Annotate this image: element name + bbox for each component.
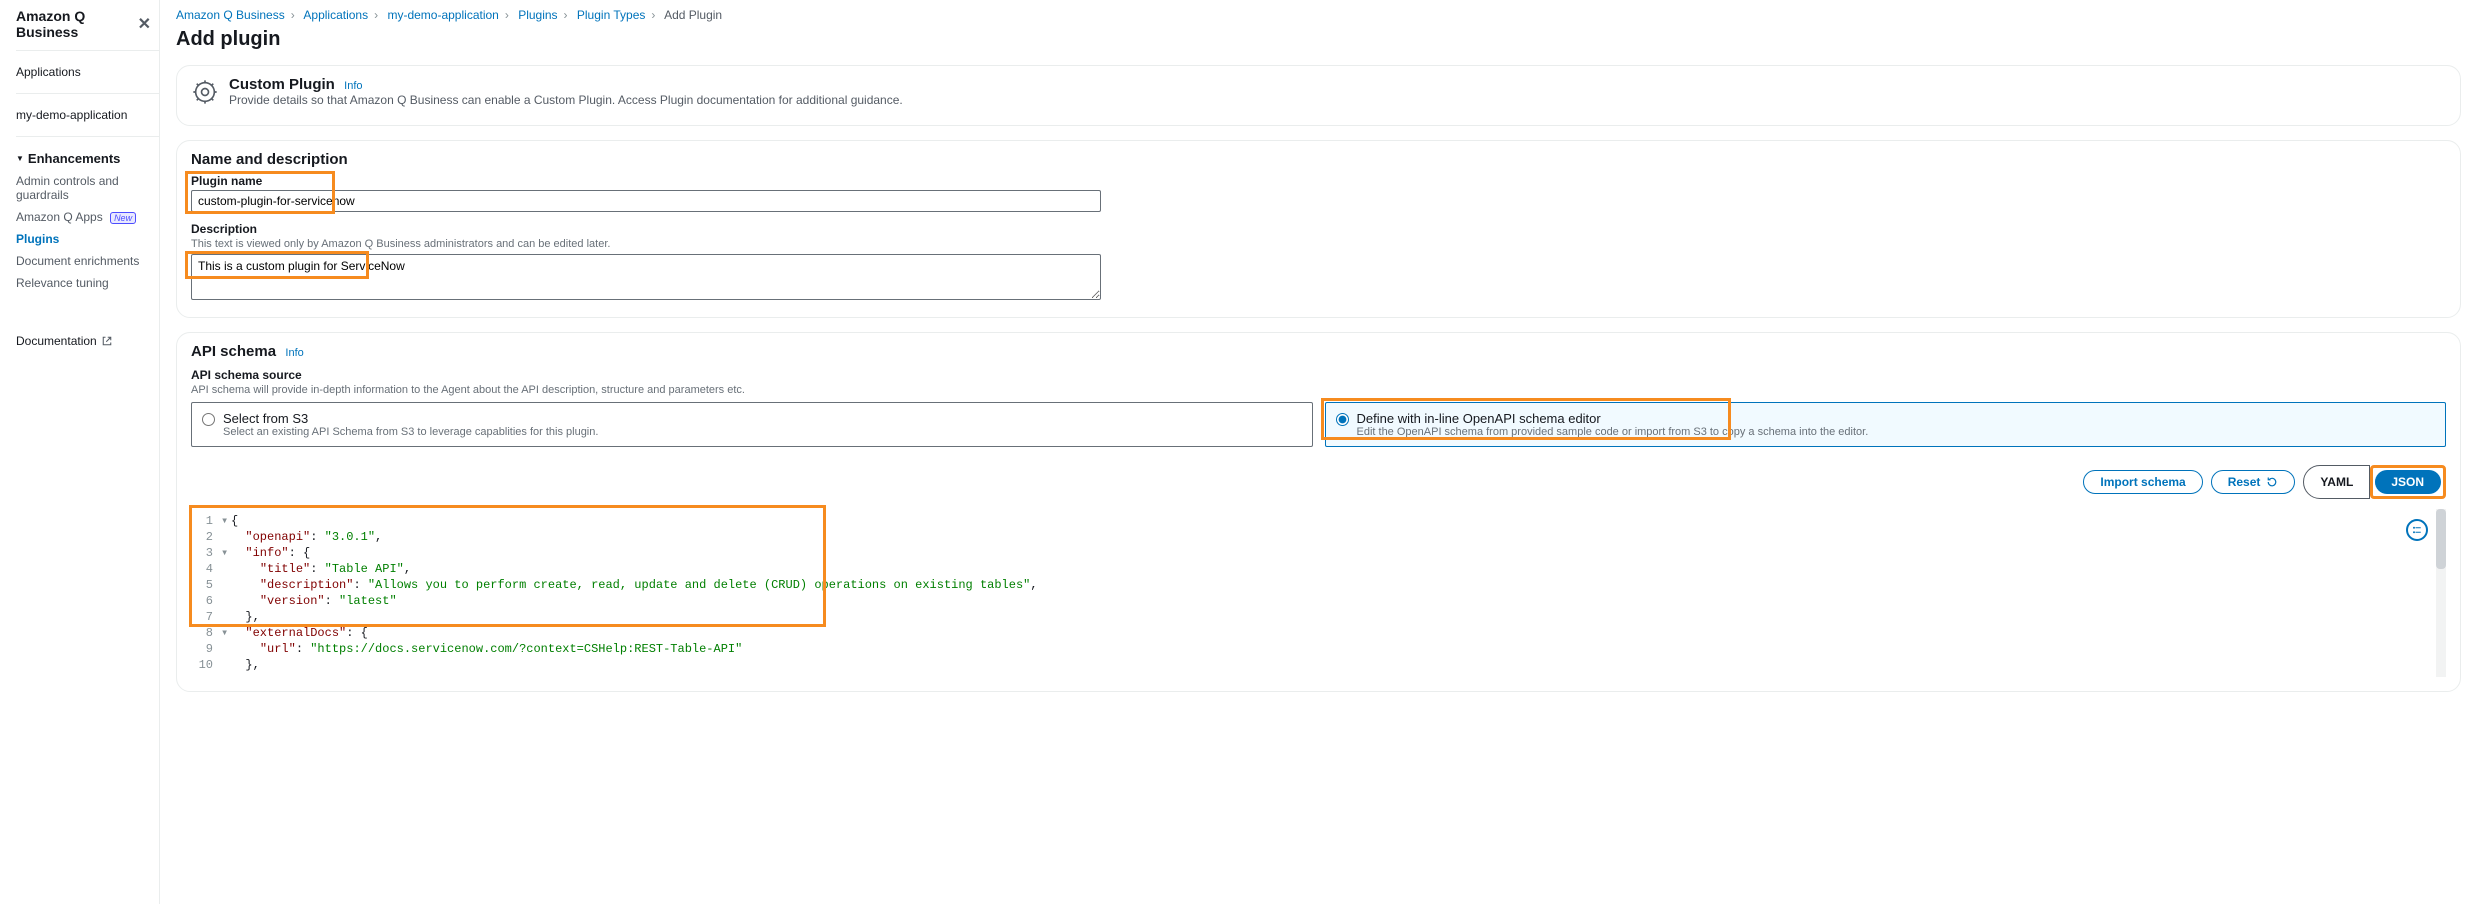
radio-inline-input[interactable] <box>1336 413 1349 426</box>
line-number: 9 <box>191 641 221 657</box>
breadcrumb-my-demo-application[interactable]: my-demo-application <box>387 8 498 22</box>
line-text: "info": { <box>231 545 310 561</box>
name-description-panel: Name and description Plugin name Descrip… <box>176 140 2461 318</box>
fold-marker[interactable]: ▾ <box>221 625 231 641</box>
refresh-icon <box>2266 476 2278 488</box>
gear-icon <box>191 78 219 106</box>
fold-marker[interactable]: ▾ <box>221 545 231 561</box>
api-schema-panel: API schema Info API schema source API sc… <box>176 332 2461 692</box>
breadcrumb-current: Add Plugin <box>664 8 722 22</box>
fold-marker[interactable]: ▾ <box>221 513 231 529</box>
import-schema-button[interactable]: Import schema <box>2083 470 2202 494</box>
line-number: 2 <box>191 529 221 545</box>
sidebar-item-admin-controls[interactable]: Admin controls and guardrails <box>16 170 159 206</box>
breadcrumb-amazon-q-business[interactable]: Amazon Q Business <box>176 8 285 22</box>
json-toggle-button[interactable]: JSON <box>2375 470 2441 494</box>
fold-marker <box>221 657 231 673</box>
custom-plugin-title: Custom Plugin <box>229 76 335 93</box>
plugin-name-input[interactable] <box>191 190 1101 212</box>
radio-select-from-s3[interactable]: Select from S3 Select an existing API Sc… <box>191 402 1313 447</box>
info-link[interactable]: Info <box>344 80 362 92</box>
line-text: "externalDocs": { <box>231 625 368 641</box>
breadcrumb: Amazon Q Business› Applications› my-demo… <box>176 8 2461 22</box>
sidebar-item-amazon-q-apps[interactable]: Amazon Q Apps New <box>16 206 159 228</box>
radio-inline-desc: Edit the OpenAPI schema from provided sa… <box>1357 426 1869 438</box>
line-number: 4 <box>191 561 221 577</box>
fold-marker <box>221 593 231 609</box>
close-icon[interactable]: ✕ <box>138 14 151 34</box>
sidebar-item-relevance-tuning[interactable]: Relevance tuning <box>16 272 159 294</box>
yaml-toggle-button[interactable]: YAML <box>2303 465 2370 499</box>
sidebar-item-applications[interactable]: Applications <box>16 61 159 83</box>
line-number: 7 <box>191 609 221 625</box>
fold-marker <box>221 529 231 545</box>
line-text: }, <box>231 609 260 625</box>
breadcrumb-applications[interactable]: Applications <box>303 8 368 22</box>
editor-line[interactable]: 2 "openapi": "3.0.1", <box>191 529 2436 545</box>
line-number: 3 <box>191 545 221 561</box>
breadcrumb-plugin-types[interactable]: Plugin Types <box>577 8 646 22</box>
sidebar: Amazon Q Business ✕ Applications my-demo… <box>0 0 160 904</box>
editor-line[interactable]: 3▾ "info": { <box>191 545 2436 561</box>
radio-s3-title: Select from S3 <box>223 411 598 426</box>
radio-s3-desc: Select an existing API Schema from S3 to… <box>223 426 598 438</box>
editor-line[interactable]: 4 "title": "Table API", <box>191 561 2436 577</box>
editor-line[interactable]: 9 "url": "https://docs.servicenow.com/?c… <box>191 641 2436 657</box>
description-textarea[interactable] <box>191 254 1101 300</box>
sidebar-item-plugins[interactable]: Plugins <box>16 228 159 250</box>
line-text: "url": "https://docs.servicenow.com/?con… <box>231 641 742 657</box>
breadcrumb-plugins[interactable]: Plugins <box>518 8 557 22</box>
description-label: Description <box>191 222 2446 236</box>
api-source-help: API schema will provide in-depth informa… <box>191 384 2446 396</box>
sidebar-title: Amazon Q Business <box>16 8 138 40</box>
radio-inline-title: Define with in-line OpenAPI schema edito… <box>1357 411 1869 426</box>
description-help: This text is viewed only by Amazon Q Bus… <box>191 238 2446 250</box>
radio-inline-editor[interactable]: Define with in-line OpenAPI schema edito… <box>1325 402 2447 447</box>
line-text: }, <box>231 657 260 673</box>
line-number: 10 <box>191 657 221 673</box>
main-content: Amazon Q Business› Applications› my-demo… <box>160 0 2473 904</box>
api-info-link[interactable]: Info <box>285 347 303 359</box>
editor-line[interactable]: 7 }, <box>191 609 2436 625</box>
sidebar-item-document-enrichments[interactable]: Document enrichments <box>16 250 159 272</box>
editor-line[interactable]: 8▾ "externalDocs": { <box>191 625 2436 641</box>
editor-line[interactable]: 6 "version": "latest" <box>191 593 2436 609</box>
line-text: "description": "Allows you to perform cr… <box>231 577 1038 593</box>
fold-marker <box>221 561 231 577</box>
line-number: 8 <box>191 625 221 641</box>
plugin-name-label: Plugin name <box>191 174 2446 188</box>
editor-line[interactable]: 10 }, <box>191 657 2436 673</box>
radio-s3-input[interactable] <box>202 413 215 426</box>
api-source-label: API schema source <box>191 368 2446 382</box>
line-text: "title": "Table API", <box>231 561 411 577</box>
fold-marker <box>221 609 231 625</box>
code-editor[interactable]: 1▾{2 "openapi": "3.0.1",3▾ "info": {4 "t… <box>191 509 2446 677</box>
line-text: "version": "latest" <box>231 593 397 609</box>
line-text: { <box>231 513 238 529</box>
name-desc-title: Name and description <box>191 151 2446 168</box>
external-link-icon <box>101 335 113 347</box>
line-number: 1 <box>191 513 221 529</box>
line-text: "openapi": "3.0.1", <box>231 529 382 545</box>
line-number: 5 <box>191 577 221 593</box>
custom-plugin-panel: Custom Plugin Info Provide details so th… <box>176 65 2461 126</box>
new-badge: New <box>110 212 136 224</box>
sidebar-item-my-demo-application[interactable]: my-demo-application <box>16 104 159 126</box>
highlight-json-toggle: JSON <box>2370 465 2446 499</box>
sidebar-section-enhancements[interactable]: Enhancements <box>16 147 159 170</box>
editor-line[interactable]: 1▾{ <box>191 513 2436 529</box>
editor-line[interactable]: 5 "description": "Allows you to perform … <box>191 577 2436 593</box>
fold-marker <box>221 577 231 593</box>
fold-marker <box>221 641 231 657</box>
editor-scrollbar[interactable] <box>2436 509 2446 677</box>
editor-options-icon[interactable] <box>2406 519 2428 541</box>
reset-button[interactable]: Reset <box>2211 470 2296 494</box>
page-title: Add plugin <box>176 28 2461 51</box>
custom-plugin-desc: Provide details so that Amazon Q Busines… <box>229 93 903 107</box>
sidebar-item-documentation[interactable]: Documentation <box>16 334 159 348</box>
api-schema-title: API schema <box>191 343 276 360</box>
line-number: 6 <box>191 593 221 609</box>
